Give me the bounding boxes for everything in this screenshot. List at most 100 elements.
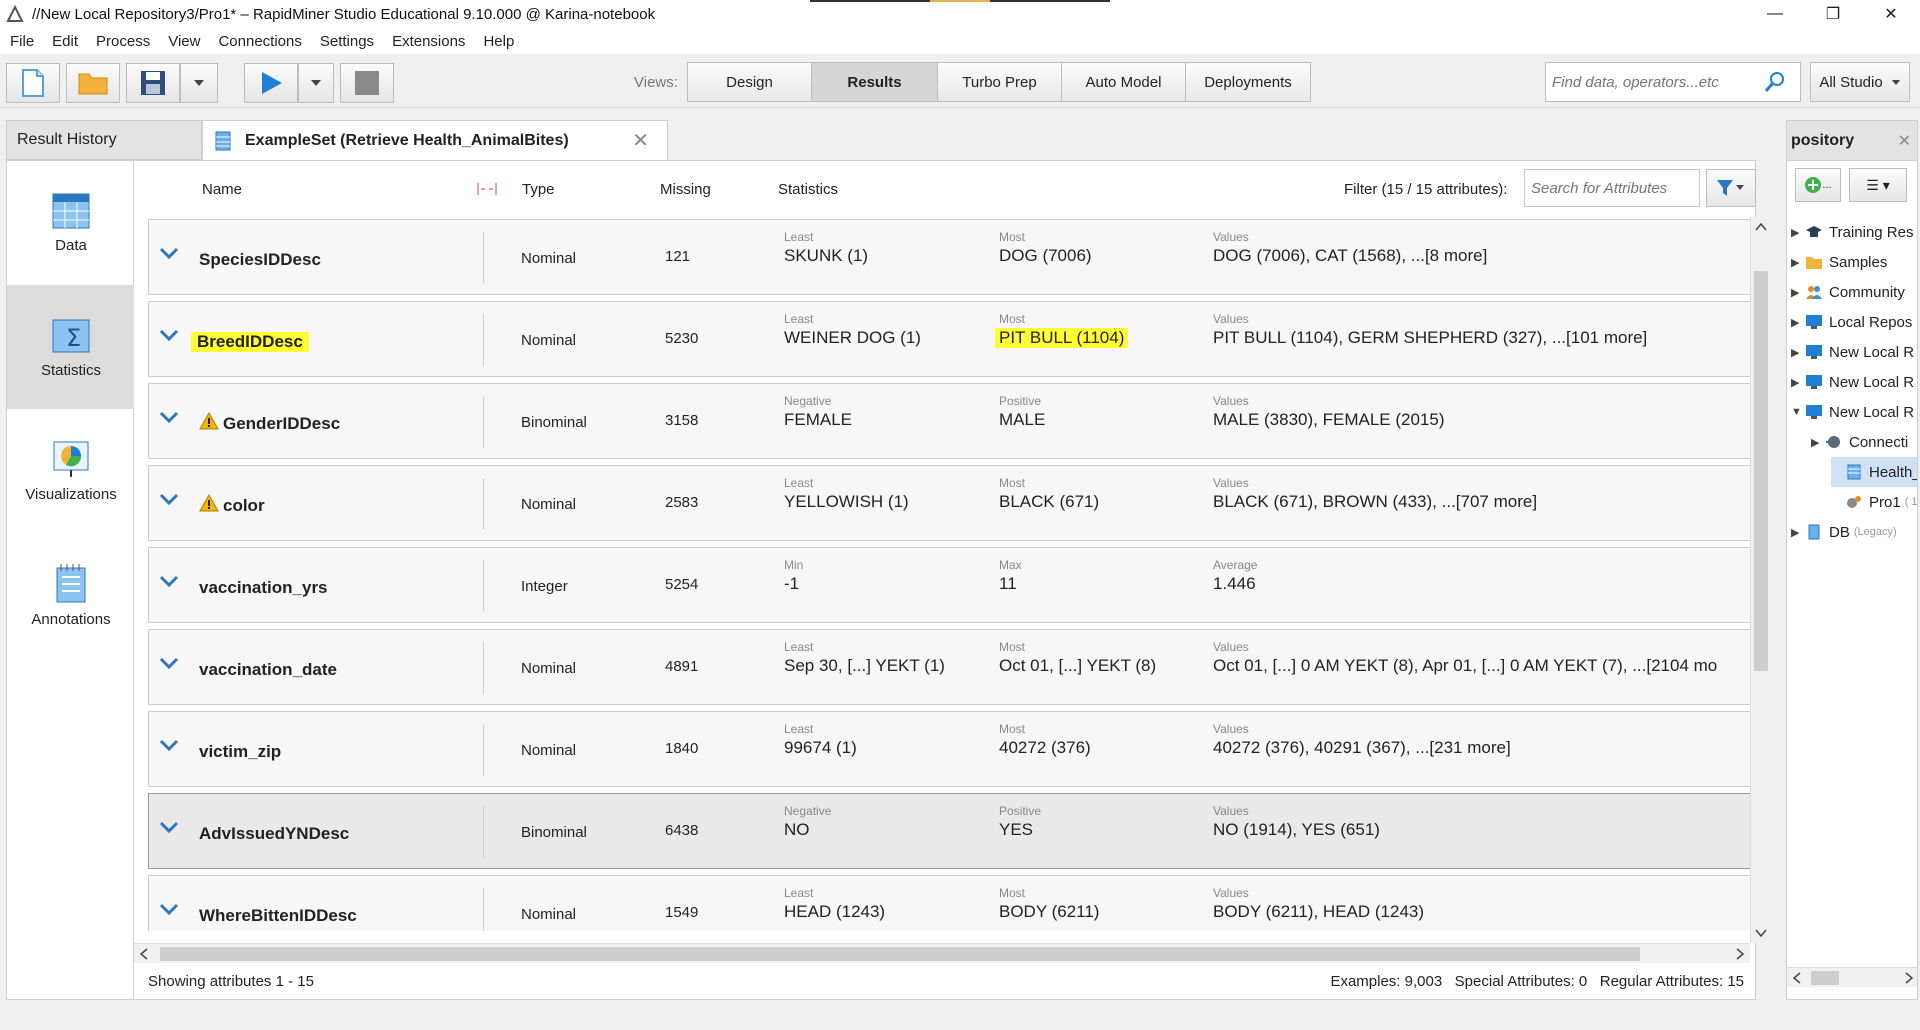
tree-item-community[interactable]: ▶ Community — [1791, 277, 1905, 307]
attribute-search[interactable] — [1524, 169, 1700, 207]
global-search-input[interactable] — [1552, 73, 1764, 91]
search-icon[interactable] — [1764, 71, 1786, 93]
open-button[interactable] — [66, 63, 120, 103]
connection-plug-icon — [1826, 436, 1840, 448]
chevron-down-icon[interactable] — [159, 328, 179, 342]
attribute-row[interactable]: AdvIssuedYNDesc Binominal 6438 Negative … — [148, 793, 1750, 869]
menu-process[interactable]: Process — [96, 33, 150, 50]
attribute-row[interactable]: GenderIDDesc Binominal 3158 Negative FEM… — [148, 383, 1750, 459]
chevron-down-icon[interactable] — [159, 574, 179, 588]
nav-statistics[interactable]: Σ Statistics — [7, 285, 135, 409]
repository-menu-button[interactable]: ☰ ▾ — [1849, 168, 1907, 202]
nav-annotations[interactable]: Annotations — [7, 533, 135, 657]
resize-column-icon[interactable] — [476, 181, 498, 197]
chevron-down-icon[interactable] — [159, 902, 179, 916]
expand-arrow-icon[interactable]: ▶ — [1791, 316, 1805, 329]
repository-tools: ... ☰ ▾ — [1787, 161, 1917, 209]
attribute-type: Binominal — [521, 824, 587, 841]
tree-item-db[interactable]: ▶ DB (Legacy) — [1791, 517, 1897, 547]
filter-attributes-button[interactable] — [1706, 169, 1756, 207]
global-search[interactable] — [1545, 62, 1801, 102]
repository-scroll-thumb[interactable] — [1811, 971, 1839, 985]
save-button[interactable] — [126, 63, 180, 103]
tree-item-new-local-repo-1[interactable]: ▶ New Local R — [1791, 337, 1914, 367]
expand-arrow-icon[interactable]: ▶ — [1791, 286, 1805, 299]
horizontal-scrollbar[interactable] — [134, 943, 1750, 963]
view-results-button[interactable]: Results — [812, 63, 938, 101]
attribute-search-input[interactable] — [1531, 179, 1691, 197]
chevron-down-icon[interactable] — [159, 410, 179, 424]
minimize-button[interactable]: — — [1746, 0, 1804, 28]
tab-exampleset[interactable]: ExampleSet (Retrieve Health_AnimalBites)… — [202, 120, 668, 160]
close-window-button[interactable]: ✕ — [1862, 0, 1920, 28]
menu-edit[interactable]: Edit — [52, 33, 78, 50]
attribute-row[interactable]: victim_zip Nominal 1840 Least 99674 (1) … — [148, 711, 1750, 787]
header-name[interactable]: Name — [202, 181, 242, 198]
stop-button[interactable] — [340, 63, 394, 103]
tree-item-label: Community — [1829, 283, 1905, 301]
tree-item-health-animalbites[interactable]: Health_A — [1831, 457, 1917, 487]
chevron-down-icon[interactable] — [159, 492, 179, 506]
scroll-right-icon[interactable] — [1905, 972, 1913, 984]
chevron-down-icon[interactable] — [159, 656, 179, 670]
vertical-scroll-thumb[interactable] — [1754, 271, 1768, 671]
menu-connections[interactable]: Connections — [218, 33, 301, 50]
graduation-cap-icon — [1806, 226, 1822, 237]
new-process-button[interactable] — [6, 63, 60, 103]
view-turbo-prep-button[interactable]: Turbo Prep — [938, 63, 1062, 101]
nav-visualizations[interactable]: Visualizations — [7, 409, 135, 533]
save-options-dropdown[interactable] — [180, 63, 218, 103]
run-button[interactable] — [244, 63, 298, 103]
menu-file[interactable]: File — [10, 33, 34, 50]
view-deployments-button[interactable]: Deployments — [1186, 63, 1310, 101]
expand-arrow-icon[interactable]: ▶ — [1791, 346, 1805, 359]
view-design-button[interactable]: Design — [688, 63, 812, 101]
tree-item-local-repository[interactable]: ▶ Local Repos — [1791, 307, 1912, 337]
attribute-row[interactable]: WhereBittenIDDesc Nominal 1549 Least HEA… — [148, 875, 1750, 931]
attribute-row[interactable]: vaccination_date Nominal 4891 Least Sep … — [148, 629, 1750, 705]
tree-item-connections[interactable]: ▶ Connecti — [1811, 427, 1908, 457]
nav-data[interactable]: Data — [7, 161, 135, 285]
tree-item-new-local-repo-3[interactable]: ▼ New Local R — [1791, 397, 1914, 427]
attribute-row[interactable]: vaccination_yrs Integer 5254 Min -1 Max … — [148, 547, 1750, 623]
close-tab-icon[interactable]: ✕ — [632, 128, 649, 153]
scroll-left-icon[interactable] — [1793, 972, 1801, 984]
tab-result-history[interactable]: Result History — [6, 120, 202, 160]
header-statistics[interactable]: Statistics — [778, 181, 838, 198]
chevron-down-icon[interactable] — [159, 738, 179, 752]
scroll-right-icon[interactable] — [1736, 948, 1744, 960]
expand-arrow-icon[interactable]: ▶ — [1791, 376, 1805, 389]
menu-settings[interactable]: Settings — [320, 33, 374, 50]
close-repository-icon[interactable]: ✕ — [1898, 131, 1911, 151]
scroll-down-icon[interactable] — [1755, 929, 1767, 937]
expand-arrow-icon[interactable]: ▶ — [1811, 436, 1825, 449]
expand-arrow-icon[interactable]: ▶ — [1791, 256, 1805, 269]
run-options-dropdown[interactable] — [298, 63, 334, 103]
vertical-scrollbar[interactable] — [1750, 217, 1770, 943]
tree-item-samples[interactable]: ▶ Samples — [1791, 247, 1887, 277]
expand-arrow-icon[interactable]: ▶ — [1791, 526, 1805, 539]
expand-arrow-icon[interactable]: ▶ — [1791, 226, 1805, 239]
attribute-row[interactable]: color Nominal 2583 Least YELLOWISH (1) M… — [148, 465, 1750, 541]
collapse-arrow-icon[interactable]: ▼ — [1791, 406, 1805, 418]
attribute-row[interactable]: SpeciesIDDesc Nominal 121 Least SKUNK (1… — [148, 219, 1750, 295]
header-missing[interactable]: Missing — [660, 181, 711, 198]
attribute-row[interactable]: BreedIDDesc Nominal 5230 Least WEINER DO… — [148, 301, 1750, 377]
scroll-left-icon[interactable] — [140, 948, 148, 960]
scroll-up-icon[interactable] — [1755, 223, 1767, 231]
chevron-down-icon[interactable] — [159, 820, 179, 834]
maximize-button[interactable]: ❐ — [1804, 0, 1862, 28]
menu-view[interactable]: View — [168, 33, 200, 50]
chevron-down-icon[interactable] — [159, 246, 179, 260]
search-scope-dropdown[interactable]: All Studio — [1810, 62, 1910, 102]
repository-horizontal-scrollbar[interactable] — [1787, 967, 1917, 987]
menu-extensions[interactable]: Extensions — [392, 33, 465, 50]
view-auto-model-button[interactable]: Auto Model — [1062, 63, 1186, 101]
header-type[interactable]: Type — [522, 181, 555, 198]
add-data-button[interactable]: ... — [1795, 168, 1841, 202]
menu-help[interactable]: Help — [483, 33, 514, 50]
horizontal-scroll-thumb[interactable] — [160, 947, 1640, 961]
tree-item-pro1[interactable]: Pro1 ( 11/ — [1831, 487, 1917, 517]
tree-item-new-local-repo-2[interactable]: ▶ New Local R — [1791, 367, 1914, 397]
tree-item-training-resources[interactable]: ▶ Training Res — [1791, 217, 1913, 247]
